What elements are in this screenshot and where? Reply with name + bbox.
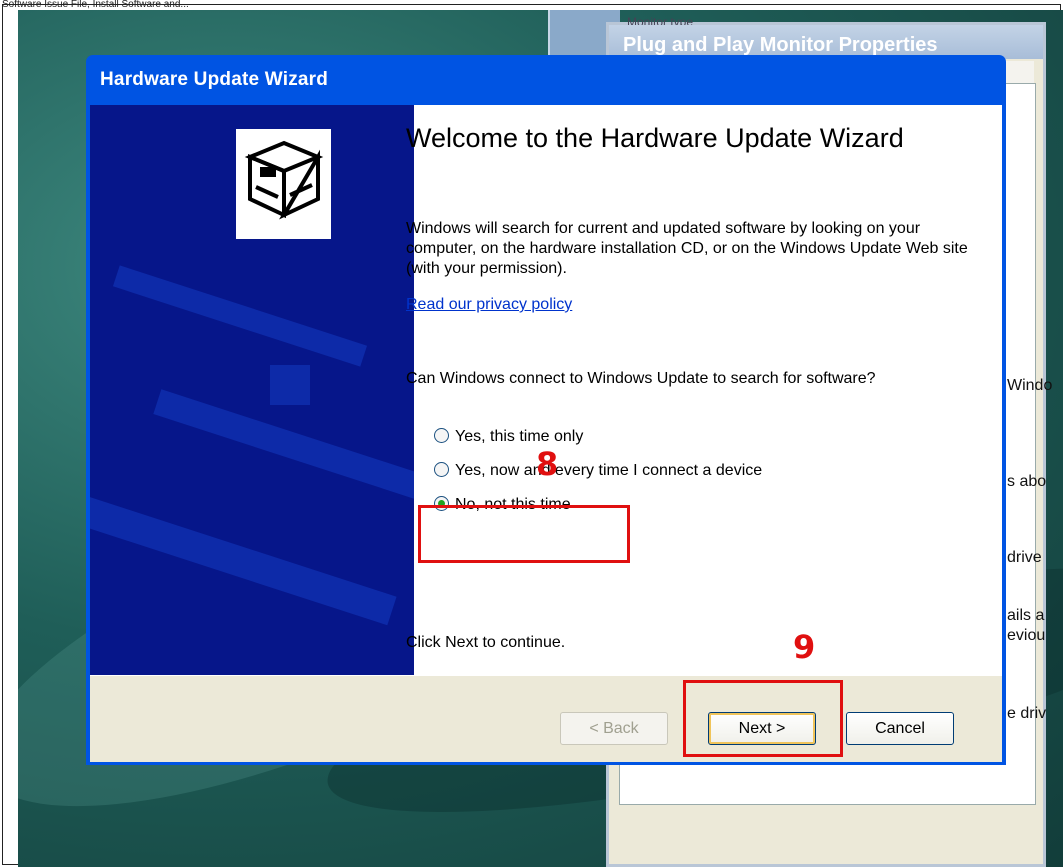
option-label: No, not this time [455,496,571,513]
option-yes-every-time[interactable]: Yes, now and every time I connect a devi… [434,461,762,481]
radio-button[interactable] [434,428,449,443]
option-label: Yes, this time only [455,428,584,445]
back-window-text: s abo [1007,473,1047,490]
back-window-text: eviou [1007,627,1046,644]
radio-button-selected[interactable] [434,496,449,511]
side-panel-decoration [270,365,310,405]
update-question: Can Windows connect to Windows Update to… [406,370,876,387]
annotation-step8: 8 [536,445,559,483]
top-caption: Software Issue File, Install Software an… [2,0,189,10]
hardware-update-wizard-dialog: Hardware Update Wizard Welcome to the Ha… [86,55,1006,765]
annotation-step9: 9 [793,628,816,666]
next-button[interactable]: Next > [708,712,816,745]
side-panel-decoration [153,389,414,507]
wizard-button-bar: < Back Next > Cancel [90,675,1002,762]
privacy-policy-link[interactable]: Read our privacy policy [406,296,572,313]
wizard-side-panel [90,105,414,675]
wizard-body: Welcome to the Hardware Update Wizard Wi… [90,105,1002,675]
side-panel-decoration [112,265,368,367]
continue-instruction: Click Next to continue. [406,634,566,651]
back-window-text: drive [1007,549,1042,566]
desktop-background: Monitor type Plug and Play Monitor Prope… [18,10,1063,867]
wizard-intro-text: Windows will search for current and upda… [406,220,968,277]
side-panel-decoration [90,494,397,626]
option-yes-this-time[interactable]: Yes, this time only [434,427,583,447]
back-window-text: Windo [1007,377,1053,394]
option-no-not-this-time[interactable]: No, not this time [434,495,571,515]
back-window-text: ails a [1007,607,1045,624]
cancel-button[interactable]: Cancel [846,712,954,745]
back-button[interactable]: < Back [560,712,668,745]
privacy-link-wrap: Read our privacy policy [406,295,572,315]
wizard-title[interactable]: Hardware Update Wizard [90,55,1002,105]
back-window-title[interactable]: Plug and Play Monitor Properties [609,25,1043,59]
option-label: Yes, now and every time I connect a devi… [455,462,763,479]
radio-button[interactable] [434,462,449,477]
hardware-icon [236,129,331,239]
wizard-heading: Welcome to the Hardware Update Wizard [406,123,904,153]
back-window-text: e driv [1007,705,1047,722]
